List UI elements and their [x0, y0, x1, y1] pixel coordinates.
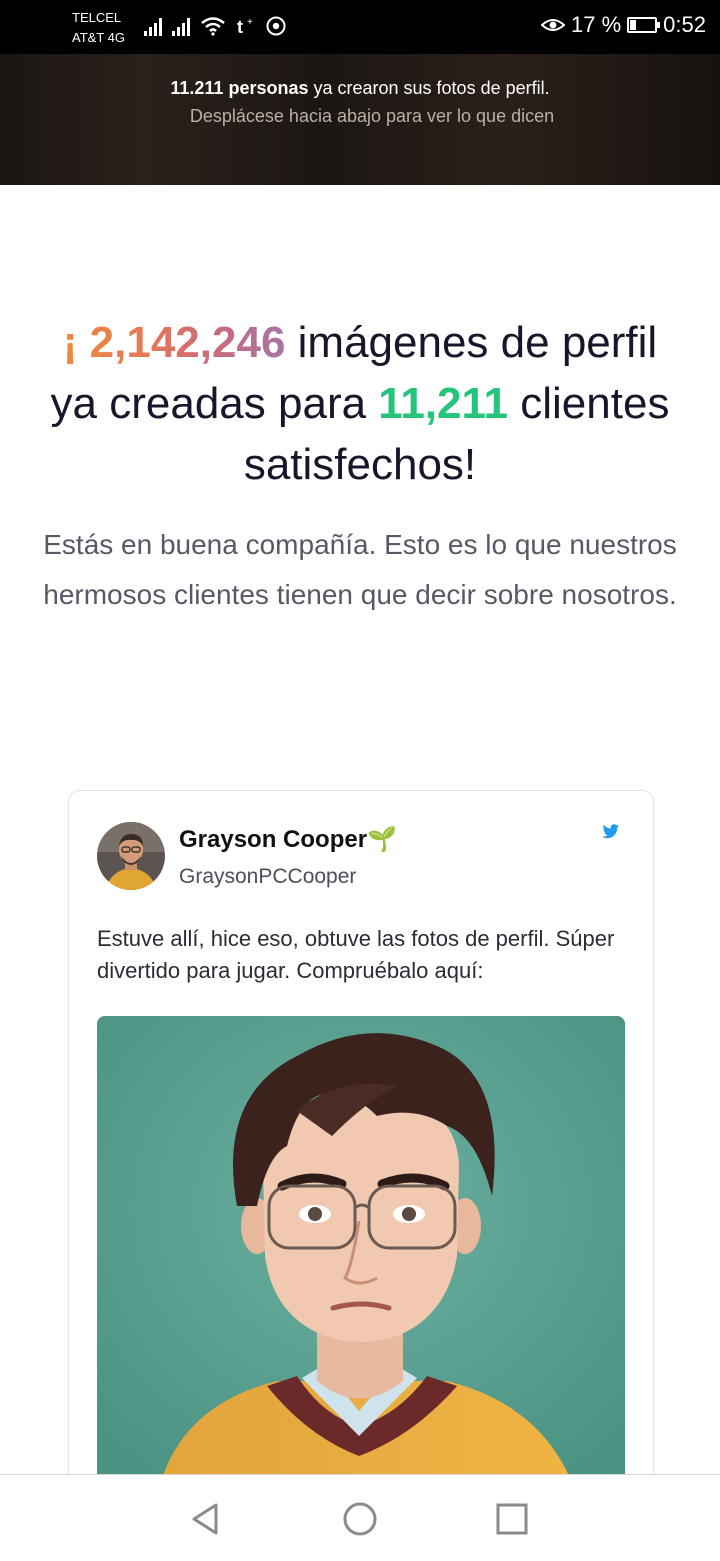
eye-icon	[541, 19, 566, 31]
chrome-icon	[266, 16, 286, 36]
subtitle: Estás en buena compañía. Esto es lo que …	[43, 529, 677, 610]
clock: 0:52	[663, 12, 706, 37]
banner-line-1-text: ya crearon sus fotos de perfil.	[308, 78, 550, 98]
battery-icon	[627, 17, 661, 33]
status-icons: t +	[144, 16, 286, 36]
headline: ¡ 2,142,246 imágenes de perfil ya creada…	[40, 312, 680, 495]
carrier-info: TELCEL AT&T 4G	[72, 8, 125, 48]
wifi-icon	[201, 17, 225, 36]
system-nav-bar	[0, 1474, 720, 1561]
battery-percent: 17 %	[571, 12, 622, 37]
headline-client-count: 11,211	[378, 379, 509, 428]
signal-icon	[172, 16, 190, 36]
twitter-icon[interactable]	[601, 821, 621, 841]
back-icon[interactable]	[186, 1499, 226, 1539]
tweet-author-name[interactable]: Grayson Cooper🌱	[179, 825, 397, 854]
home-icon[interactable]	[340, 1499, 380, 1539]
avatar[interactable]	[97, 822, 165, 890]
carrier-2: AT&T 4G	[72, 30, 125, 45]
status-bar: TELCEL AT&T 4G t + 17 % 0:52	[0, 0, 720, 54]
social-proof-banner: 11.211 personas ya crearon sus fotos de …	[0, 54, 720, 185]
banner-line-2: Desplácese hacia abajo para ver lo que d…	[189, 106, 555, 126]
tweet-author-handle[interactable]: GraysonPCCooper	[179, 865, 356, 889]
t-plus-icon: t +	[237, 17, 253, 36]
signal-icon	[144, 16, 162, 36]
status-right: 17 % 0:52	[541, 12, 706, 38]
carrier-1: TELCEL	[72, 10, 122, 25]
recents-icon[interactable]	[492, 1499, 532, 1539]
tweet-text: Estuve allí, hice eso, obtuve las fotos …	[97, 926, 615, 983]
headline-image-count: ¡ 2,142,246	[62, 318, 286, 367]
tweet-card[interactable]: Grayson Cooper🌱 GraysonPCCooper Estuve a…	[68, 790, 654, 1532]
banner-line-1: 11.211 personas ya crearon sus fotos de …	[0, 78, 720, 99]
tweet-profile-photo[interactable]	[97, 1016, 625, 1496]
svg-text:+: +	[247, 17, 253, 28]
banner-count: 11.211 personas	[170, 78, 309, 98]
svg-text:t: t	[237, 17, 243, 36]
